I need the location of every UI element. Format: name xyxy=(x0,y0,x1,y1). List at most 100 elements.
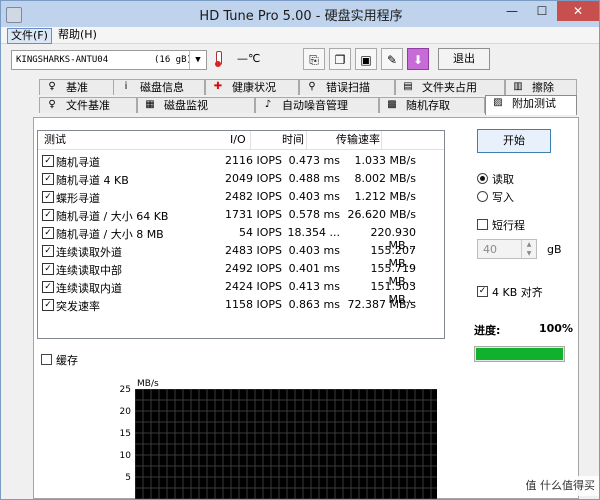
row-time: 18.354 ... xyxy=(287,226,340,239)
row-checkbox[interactable]: ✓ xyxy=(42,155,54,167)
download-icon: ⬇ xyxy=(412,53,424,67)
results-list[interactable]: 测试 I/O 时间 传输速率 ✓ 随机寻道 2116 IOPS 0.473 ms… xyxy=(37,130,445,339)
row-name: 突发速率 xyxy=(56,300,100,313)
temperature-readout: —℃ xyxy=(237,52,261,65)
write-radio[interactable] xyxy=(477,191,488,202)
copy-button[interactable]: ⎘ xyxy=(303,48,325,70)
tab-label: 磁盘信息 xyxy=(140,81,184,94)
copy-info-button[interactable]: ❐ xyxy=(329,48,351,70)
list-item[interactable]: ✓ 随机寻道 2116 IOPS 0.473 ms 1.033 MB/s xyxy=(38,152,444,170)
drive-name: KINGSHARKS-ANTU04 xyxy=(16,55,109,65)
window-title: HD Tune Pro 5.00 - 硬盘实用程序 xyxy=(199,9,403,24)
tab-health[interactable]: ✚ 健康状况 xyxy=(205,79,299,95)
tab-label: 错误扫描 xyxy=(326,81,370,94)
exit-button[interactable]: 退出 xyxy=(438,48,490,70)
row-checkbox[interactable]: ✓ xyxy=(42,227,54,239)
cache-label: 缓存 xyxy=(56,354,78,367)
row-io: 2424 IOPS xyxy=(224,280,282,293)
row-time: 0.863 ms xyxy=(288,298,340,311)
minimize-button[interactable]: — xyxy=(497,1,527,21)
short-stroke-stepper[interactable]: 40 ▲ ▼ xyxy=(477,239,537,259)
row-checkbox[interactable]: ✓ xyxy=(42,263,54,275)
menu-help[interactable]: 帮助(H) xyxy=(55,28,100,42)
row-name: 随机寻道 xyxy=(56,156,100,169)
align-4kb-checkbox[interactable]: ✓ xyxy=(477,286,488,297)
list-item[interactable]: ✓ 随机寻道 4 KB 2049 IOPS 0.488 ms 8.002 MB/… xyxy=(38,170,444,188)
tab-noise-management[interactable]: ♪ 自动噪音管理 xyxy=(255,97,379,113)
chevron-down-icon[interactable]: ▼ xyxy=(521,249,536,258)
tab-folder-usage[interactable]: ▤ 文件夹占用 xyxy=(395,79,505,95)
row-checkbox[interactable]: ✓ xyxy=(42,173,54,185)
tab-extra-tests[interactable]: ▨ 附加测试 xyxy=(485,95,577,115)
erase-icon: ▥ xyxy=(513,81,523,92)
cache-checkbox[interactable] xyxy=(41,354,52,365)
chevron-down-icon[interactable]: ▼ xyxy=(189,51,206,69)
row-time: 0.403 ms xyxy=(288,190,340,203)
header-rate[interactable]: 传输速率 xyxy=(336,133,380,147)
row-checkbox[interactable]: ✓ xyxy=(42,299,54,311)
tab-file-benchmark[interactable]: ♀ 文件基准 xyxy=(39,97,137,113)
list-item[interactable]: ✓ 蝶形寻道 2482 IOPS 0.403 ms 1.212 MB/s xyxy=(38,188,444,206)
row-time: 0.578 ms xyxy=(288,208,340,221)
header-test[interactable]: 测试 xyxy=(44,133,66,147)
benchmark-icon: ♀ xyxy=(48,81,56,92)
start-button[interactable]: 开始 xyxy=(477,129,551,153)
read-radio[interactable] xyxy=(477,173,488,184)
save-button[interactable]: ▣ xyxy=(355,48,377,70)
row-time: 0.473 ms xyxy=(288,154,340,167)
header-time[interactable]: 时间 xyxy=(282,133,304,147)
chart-area xyxy=(134,388,437,499)
chevron-up-icon[interactable]: ▲ xyxy=(521,240,536,249)
list-item[interactable]: ✓ 连续读取内道 2424 IOPS 0.413 ms 151.503 MB..… xyxy=(38,278,444,306)
y-tick: 20 xyxy=(119,407,131,417)
tab-erase[interactable]: ▥ 擦除 xyxy=(505,79,577,95)
tab-disk-info[interactable]: i 磁盘信息 xyxy=(113,79,205,95)
monitor-icon: ▦ xyxy=(145,99,155,110)
short-stroke-value: 40 xyxy=(483,243,497,256)
tab-label: 基准 xyxy=(66,81,88,94)
list-item[interactable]: ✓ 突发速率 1158 IOPS 0.863 ms 72.387 MB/s xyxy=(38,296,444,314)
list-header: 测试 I/O 时间 传输速率 xyxy=(38,131,444,150)
menu-file[interactable]: 文件(F) xyxy=(7,28,52,44)
transfer-chart: MB/s 25 20 15 10 5 xyxy=(111,379,441,499)
row-io: 2482 IOPS xyxy=(224,190,282,203)
row-name: 随机寻道 4 KB xyxy=(56,174,129,187)
read-label: 读取 xyxy=(492,173,514,186)
header-io[interactable]: I/O xyxy=(230,133,246,147)
list-item[interactable]: ✓ 连续读取外道 2483 IOPS 0.403 ms 155.207 MB..… xyxy=(38,242,444,270)
watermark: 值 什么值得买 xyxy=(487,476,599,496)
tab-error-scan[interactable]: ⚲ 错误扫描 xyxy=(299,79,395,95)
list-item[interactable]: ✓ 连续读取中部 2492 IOPS 0.401 ms 155.719 MB..… xyxy=(38,260,444,288)
list-item[interactable]: ✓ 随机寻道 / 大小 8 MB 54 IOPS 18.354 ... 220.… xyxy=(38,224,444,252)
row-checkbox[interactable]: ✓ xyxy=(42,281,54,293)
info-icon: i xyxy=(124,81,128,92)
row-time: 0.413 ms xyxy=(288,280,340,293)
thermometer-icon xyxy=(215,51,222,67)
download-button[interactable]: ⬇ xyxy=(407,48,429,70)
y-tick: 5 xyxy=(125,473,131,483)
row-checkbox[interactable]: ✓ xyxy=(42,245,54,257)
tab-label: 附加测试 xyxy=(512,97,556,110)
progress-fill xyxy=(476,348,563,360)
row-io: 1158 IOPS xyxy=(224,298,282,311)
short-stroke-checkbox[interactable] xyxy=(477,219,488,230)
options-button[interactable]: ✎ xyxy=(381,48,403,70)
row-checkbox[interactable]: ✓ xyxy=(42,209,54,221)
app-icon xyxy=(6,7,22,23)
drive-select[interactable]: KINGSHARKS-ANTU04 (16 gB) ▼ xyxy=(11,50,207,70)
list-item[interactable]: ✓ 随机寻道 / 大小 64 KB 1731 IOPS 0.578 ms 26.… xyxy=(38,206,444,224)
title-bar: HD Tune Pro 5.00 - 硬盘实用程序 — ☐ ✕ xyxy=(1,1,599,27)
close-button[interactable]: ✕ xyxy=(557,1,599,21)
row-time: 0.403 ms xyxy=(288,244,340,257)
align-4kb-label: 4 KB 对齐 xyxy=(492,286,543,299)
drive-size: (16 gB) xyxy=(154,55,192,65)
row-time: 0.488 ms xyxy=(288,172,340,185)
column-divider xyxy=(250,131,251,149)
file-benchmark-icon: ♀ xyxy=(48,99,56,110)
row-checkbox[interactable]: ✓ xyxy=(42,191,54,203)
maximize-button[interactable]: ☐ xyxy=(527,1,557,21)
tab-random-access[interactable]: ▩ 随机存取 xyxy=(379,97,485,113)
tab-benchmark[interactable]: ♀ 基准 xyxy=(39,79,119,95)
tab-disk-monitor[interactable]: ▦ 磁盘监视 xyxy=(137,97,255,113)
copy-icon: ⎘ xyxy=(309,53,319,67)
